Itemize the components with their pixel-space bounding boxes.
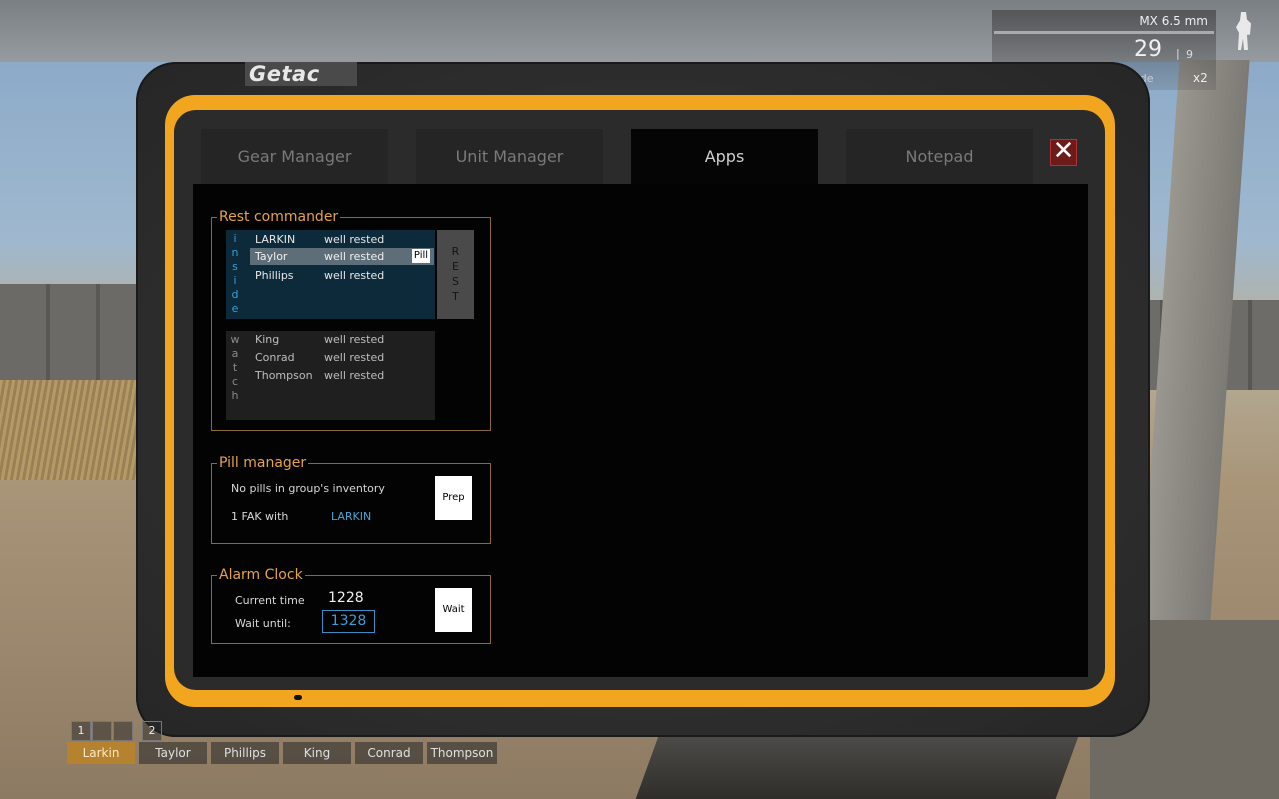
inside-label-char: d [231,288,239,301]
magazine-count: 9 [1186,48,1193,61]
member-name: Phillips [255,269,294,282]
inside-vertical-label: i n s i d e [230,232,240,316]
squad-member-conrad[interactable]: Conrad [355,742,423,764]
list-item[interactable]: Thompson well rested [250,367,434,384]
inside-label-char: i [233,232,237,245]
weapon-name: MX 6.5 mm [1139,14,1208,28]
fak-owner: LARKIN [331,510,372,523]
inside-label-char: e [231,302,239,315]
squad-member-king[interactable]: King [283,742,351,764]
member-name: LARKIN [255,233,296,246]
tablet-camera [294,695,302,700]
list-item[interactable]: King well rested [250,331,434,348]
rest-button-char: E [452,260,459,273]
squad-member-taylor[interactable]: Taylor [139,742,207,764]
watch-list[interactable]: w a t c h King well rested Conrad well r… [226,331,435,420]
member-status: well rested [324,351,385,364]
team-slot-empty[interactable] [92,721,112,741]
squad-member-phillips[interactable]: Phillips [211,742,279,764]
tablet-brand-logo: Getac [245,62,357,86]
rest-button-char: S [452,275,459,288]
prep-button[interactable]: Prep [435,476,472,520]
weapon-hud-divider [994,31,1214,34]
tab-gear-manager[interactable]: Gear Manager [201,129,388,184]
member-status: well rested [324,369,385,382]
rest-commander-title: Rest commander [217,209,341,225]
list-item[interactable]: Phillips well rested [250,267,434,284]
watch-vertical-label: w a t c h [230,333,240,403]
inside-list[interactable]: i n s i d e LARKIN well rested Taylor we… [226,230,435,319]
member-name: Conrad [255,351,295,364]
member-name: King [255,333,280,346]
member-name: Taylor [255,250,288,263]
fak-text: 1 FAK with [231,510,289,523]
close-icon[interactable]: ✕ [1050,138,1077,166]
rest-button[interactable]: R E S T [437,230,474,319]
tab-notepad[interactable]: Notepad [846,129,1033,184]
member-name: Thompson [255,369,313,382]
tab-apps[interactable]: Apps [631,129,818,184]
current-time-value: 1228 [328,590,364,606]
member-status: well rested [324,269,385,282]
team-slot-2[interactable]: 2 [142,721,162,741]
watch-label-char: a [231,347,239,360]
watch-label-char: w [230,333,240,346]
list-item-selected[interactable]: Taylor well rested Pill [250,248,434,265]
pill-button[interactable]: Pill [412,249,430,263]
wait-button[interactable]: Wait [435,588,472,632]
wait-until-input[interactable]: 1328 [322,610,375,633]
inside-label-char: i [233,274,237,287]
inside-label-char: s [232,260,238,273]
list-item[interactable]: LARKIN well rested [250,231,434,248]
tab-unit-manager[interactable]: Unit Manager [416,129,603,184]
squad-member-thompson[interactable]: Thompson [427,742,497,764]
team-slot-empty[interactable] [113,721,133,741]
pill-manager-title: Pill manager [217,455,309,471]
current-time-label: Current time [235,594,305,607]
wait-until-label: Wait until: [235,617,291,630]
watch-label-char: t [232,361,238,374]
member-status: well rested [324,233,385,246]
member-status: well rested [324,250,385,263]
list-item[interactable]: Conrad well rested [250,349,434,366]
watch-label-char: h [231,389,239,402]
ammo-count: 29 [1134,37,1162,62]
rest-button-char: T [452,290,459,303]
squad-member-larkin[interactable]: Larkin [67,742,135,764]
rest-button-char: R [451,245,460,258]
alarm-clock-title: Alarm Clock [217,567,305,583]
watch-label-char: c [231,375,239,388]
pill-status-text: No pills in group's inventory [231,482,385,495]
grenade-count: x2 [1193,71,1208,85]
team-slot-1[interactable]: 1 [71,721,91,741]
mag-separator: | [1176,47,1180,60]
member-status: well rested [324,333,385,346]
inside-label-char: n [231,246,239,259]
